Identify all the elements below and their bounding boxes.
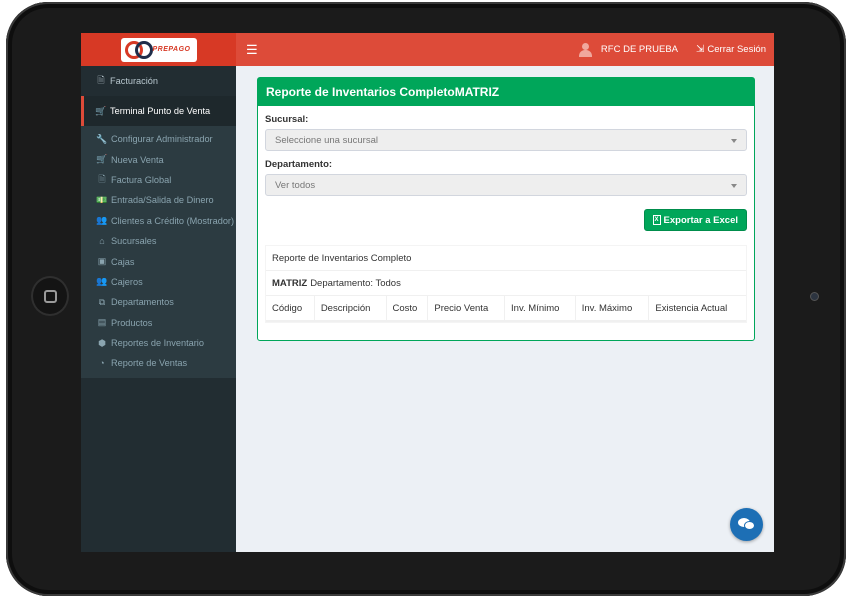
sucursal-select[interactable]: Seleccione una sucursal bbox=[265, 129, 747, 151]
sidebar-item-reportes-inventario[interactable]: ⬢ Reportes de Inventario bbox=[81, 332, 236, 354]
report-subtitle: MATRIZ Departamento: Todos bbox=[266, 271, 746, 296]
sidebar-item-label: Sucursales bbox=[111, 236, 157, 247]
inbox-icon: ▣ bbox=[97, 256, 107, 267]
wrench-icon: 🔧 bbox=[96, 133, 108, 144]
departamento-value: Ver todos bbox=[275, 179, 316, 191]
chat-button[interactable] bbox=[730, 508, 763, 541]
screen: PREPAGO ☰ RFC DE PRUEBA ⇲ Cerrar Sesión … bbox=[81, 33, 774, 552]
sitemap-icon: ⧉ bbox=[98, 296, 106, 307]
sidebar-item-label: Entrada/Salida de Dinero bbox=[111, 195, 214, 206]
sucursal-label: Sucursal: bbox=[265, 114, 309, 125]
sidebar-item-departamentos[interactable]: ⧉ Departamentos bbox=[81, 292, 236, 313]
column-header[interactable]: Código bbox=[266, 296, 315, 320]
users-icon: 👥 bbox=[96, 276, 108, 287]
sidebar-item-entrada-salida[interactable]: 💵 Entrada/Salida de Dinero bbox=[81, 190, 236, 211]
chevron-down-icon bbox=[731, 139, 737, 143]
user-icon bbox=[578, 42, 592, 57]
box-title: Reporte de Inventarios CompletoMATRIZ bbox=[258, 78, 754, 106]
export-excel-button[interactable]: X Exportar a Excel bbox=[643, 209, 747, 231]
sidebar-item-terminal[interactable]: 🛒 Terminal Punto de Venta bbox=[81, 96, 236, 126]
users-icon: 👥 bbox=[96, 215, 108, 226]
sidebar-item-sucursales[interactable]: ⌂ Sucursales bbox=[81, 230, 236, 252]
column-header[interactable]: Precio Venta bbox=[428, 296, 506, 320]
sidebar-item-nueva-venta[interactable]: 🛒 Nueva Venta bbox=[81, 149, 236, 170]
chevron-down-icon bbox=[731, 184, 737, 188]
cart-icon: 🛒 bbox=[96, 154, 108, 165]
money-icon: 💵 bbox=[96, 194, 108, 205]
department-text: Departamento: Todos bbox=[310, 277, 401, 289]
report-title-text: Reporte de Inventarios Completo bbox=[272, 252, 412, 264]
sidebar-item-factura-global[interactable]: 🗎 Factura Global bbox=[81, 169, 236, 191]
sidebar-item-clientes-credito[interactable]: 👥 Clientes a Crédito (Mostrador) bbox=[81, 210, 236, 231]
sidebar-item-label: Clientes a Crédito (Mostrador) bbox=[111, 215, 235, 226]
sidebar-item-reporte-ventas[interactable]: ◔ Reporte de Ventas bbox=[81, 353, 236, 374]
prepago-logo[interactable]: PREPAGO bbox=[120, 37, 197, 62]
column-header[interactable]: Existencia Actual bbox=[649, 296, 746, 320]
home-icon: ⌂ bbox=[99, 236, 105, 247]
sign-out-icon: ⇲ bbox=[696, 44, 705, 55]
sidebar-item-label: Cajas bbox=[111, 256, 135, 267]
sidebar-item-label: Productos bbox=[111, 317, 153, 328]
box-icon: ▤ bbox=[97, 317, 107, 328]
sidebar: 🗎 Facturación 🛒 Terminal Punto de Venta … bbox=[81, 66, 236, 552]
sidebar-submenu: 🔧 Configurar Administrador 🛒 Nueva Venta… bbox=[81, 126, 236, 378]
sidebar-item-configurar-administrador[interactable]: 🔧 Configurar Administrador bbox=[81, 129, 236, 150]
sidebar-item-productos[interactable]: ▤ Productos bbox=[81, 312, 236, 333]
sidebar-item-label: Reportes de Inventario bbox=[111, 338, 204, 349]
sidebar-item-cajas[interactable]: ▣ Cajas bbox=[81, 251, 236, 272]
sidebar-item-label: Nueva Venta bbox=[111, 154, 164, 165]
tablet-frame: PREPAGO ☰ RFC DE PRUEBA ⇲ Cerrar Sesión … bbox=[6, 2, 846, 596]
user-name: RFC DE PRUEBA bbox=[600, 44, 678, 55]
document-icon: 🗎 bbox=[98, 173, 106, 184]
logout-button[interactable]: ⇲ Cerrar Sesión bbox=[696, 44, 766, 55]
column-header[interactable]: Inv. Máximo bbox=[576, 296, 650, 320]
sucursal-placeholder: Seleccione una sucursal bbox=[275, 134, 378, 146]
sidebar-item-label: Facturación bbox=[110, 76, 159, 86]
sidebar-item-label: Terminal Punto de Venta bbox=[110, 106, 211, 116]
sidebar-item-label: Configurar Administrador bbox=[111, 134, 213, 145]
pie-chart-icon: ◔ bbox=[99, 358, 105, 369]
sidebar-item-facturacion[interactable]: 🗎 Facturación bbox=[81, 66, 236, 96]
brand-bar: PREPAGO bbox=[81, 33, 236, 66]
logout-label: Cerrar Sesión bbox=[707, 44, 766, 55]
camera-dot bbox=[810, 292, 819, 301]
sidebar-item-label: Departamentos bbox=[111, 297, 174, 308]
export-label: Exportar a Excel bbox=[663, 214, 738, 226]
sidebar-item-label: Cajeros bbox=[111, 276, 143, 287]
report-table: Reporte de Inventarios Completo MATRIZ D… bbox=[265, 245, 747, 323]
sidebar-item-label: Reporte de Ventas bbox=[111, 358, 188, 369]
departamento-select[interactable]: Ver todos bbox=[265, 174, 747, 196]
excel-file-icon: X bbox=[652, 215, 661, 225]
cube-icon: ⬢ bbox=[98, 337, 106, 348]
departamento-label: Departamento: bbox=[265, 159, 333, 170]
file-text-icon: 🗎 bbox=[97, 75, 105, 85]
branch-name: MATRIZ bbox=[272, 277, 308, 289]
cart-icon: 🛒 bbox=[95, 105, 107, 116]
menu-toggle-icon[interactable]: ☰ bbox=[246, 42, 258, 58]
column-header[interactable]: Descripción bbox=[315, 296, 387, 320]
logo-text: PREPAGO bbox=[152, 45, 191, 53]
report-title: Reporte de Inventarios Completo bbox=[266, 246, 746, 271]
column-header[interactable]: Inv. Mínimo bbox=[505, 296, 576, 320]
column-header[interactable]: Costo bbox=[387, 296, 429, 320]
main-content: Reporte de Inventarios CompletoMATRIZ Su… bbox=[236, 66, 774, 552]
table-header-row: Código Descripción Costo Precio Venta In… bbox=[266, 296, 746, 322]
sidebar-item-label: Factura Global bbox=[111, 174, 172, 185]
home-button[interactable] bbox=[31, 276, 69, 316]
user-menu[interactable]: RFC DE PRUEBA bbox=[578, 42, 678, 57]
report-box: Reporte de Inventarios CompletoMATRIZ Su… bbox=[257, 77, 755, 341]
top-navbar: ☰ RFC DE PRUEBA ⇲ Cerrar Sesión bbox=[236, 33, 774, 66]
sidebar-item-cajeros[interactable]: 👥 Cajeros bbox=[81, 271, 236, 293]
